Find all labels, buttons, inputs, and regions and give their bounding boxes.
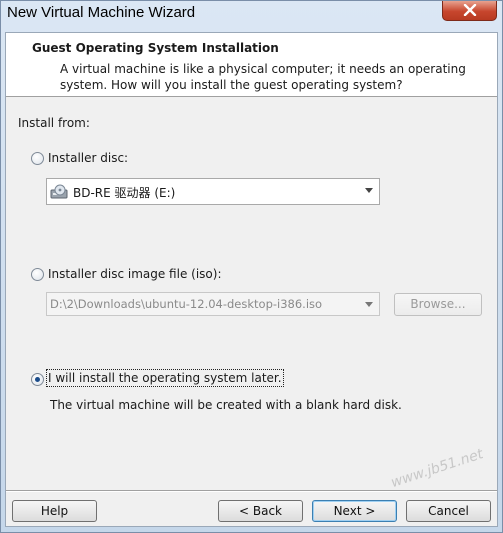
disc-drive-value: BD-RE 驱动器 (E:): [73, 186, 176, 200]
install-later-note: The virtual machine will be created with…: [50, 398, 402, 412]
iso-path-value: D:\2\Downloads\ubuntu-12.04-desktop-i386…: [50, 297, 323, 311]
window-title: New Virtual Machine Wizard: [7, 4, 196, 21]
cancel-button[interactable]: Cancel: [406, 500, 491, 522]
help-button[interactable]: Help: [12, 500, 97, 522]
install-later-label[interactable]: I will install the operating system late…: [46, 369, 284, 387]
close-window-button[interactable]: [442, 1, 497, 21]
iso-path-select[interactable]: D:\2\Downloads\ubuntu-12.04-desktop-i386…: [46, 292, 380, 316]
close-icon: [463, 4, 477, 16]
installer-iso-label-text: Installer disc image file (iso):: [48, 267, 222, 281]
wizard-client-area: Guest Operating System Installation A vi…: [5, 32, 498, 527]
browse-button[interactable]: Browse...: [394, 293, 482, 316]
disc-drive-icon: [50, 184, 68, 199]
wizard-header: Guest Operating System Installation A vi…: [6, 33, 497, 97]
install-later-label-text: I will install the operating system late…: [48, 371, 282, 385]
page-title: Guest Operating System Installation: [32, 41, 279, 55]
install-from-label: Install from:: [18, 116, 90, 130]
installer-iso-label[interactable]: Installer disc image file (iso):: [48, 267, 221, 281]
next-button[interactable]: Next >: [312, 500, 397, 522]
help-button-label: Help: [40, 504, 69, 518]
disc-drive-select[interactable]: BD-RE 驱动器 (E:): [46, 178, 380, 205]
chevron-down-icon[interactable]: [365, 188, 373, 193]
installer-iso-radio[interactable]: [31, 268, 44, 281]
footer-separator: [6, 490, 497, 492]
installer-disc-label[interactable]: Installer disc:: [48, 151, 128, 165]
title-bar[interactable]: New Virtual Machine Wizard: [1, 1, 502, 27]
browse-button-label: Browse...: [410, 297, 466, 311]
install-later-radio[interactable]: [31, 373, 44, 386]
back-button-label: < Back: [238, 504, 282, 518]
installer-disc-radio[interactable]: [31, 152, 44, 165]
page-description: A virtual machine is like a physical com…: [60, 62, 466, 92]
back-button[interactable]: < Back: [218, 500, 303, 522]
installer-disc-label-text: Installer disc:: [48, 151, 129, 165]
wizard-window: New Virtual Machine Wizard Guest Operati…: [0, 0, 503, 533]
next-button-label: Next >: [333, 504, 376, 518]
cancel-button-label: Cancel: [428, 504, 469, 518]
chevron-down-icon[interactable]: [365, 302, 373, 307]
